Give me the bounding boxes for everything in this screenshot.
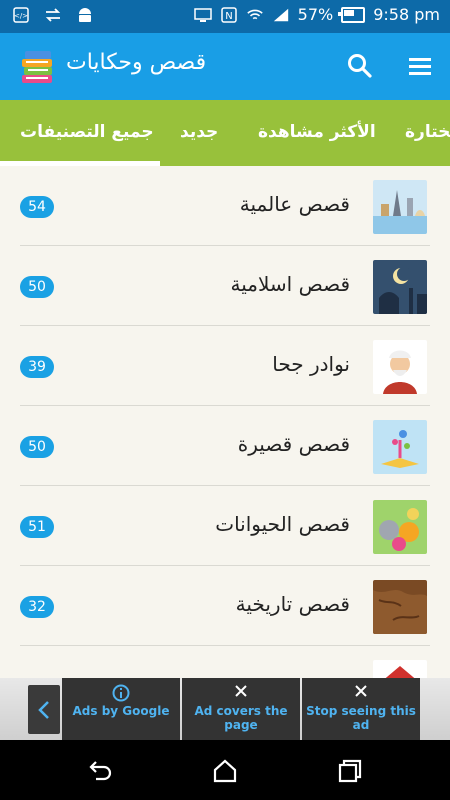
- tab-all-categories[interactable]: جميع التصنيفات: [20, 122, 154, 142]
- search-icon[interactable]: [345, 51, 375, 81]
- system-navigation-bar: [0, 740, 450, 800]
- code-icon: </>: [12, 6, 30, 24]
- ads-by-google-label: Ads by Google: [72, 704, 170, 718]
- list-item[interactable]: قصص عالمية 54: [0, 166, 450, 246]
- mosque-crescent-icon: [373, 260, 427, 314]
- story-count-badge: 51: [20, 516, 54, 538]
- ad-covers-page-label: Ad covers the page: [194, 704, 288, 732]
- story-count-badge: 39: [20, 356, 54, 378]
- cast-icon: [193, 6, 212, 24]
- ads-by-google-button[interactable]: Ads by Google: [62, 678, 180, 740]
- sync-arrows-icon: [44, 6, 62, 24]
- svg-text:</>: </>: [14, 12, 28, 20]
- story-count-badge: 50: [20, 276, 54, 298]
- back-icon[interactable]: [86, 757, 114, 785]
- status-bar: </> N 57% 9:58 pm: [0, 0, 450, 33]
- world-landmarks-icon: [373, 180, 427, 234]
- list-item[interactable]: قصص اسلامية 50: [0, 246, 450, 326]
- ad-collapse-chevron-icon[interactable]: [28, 685, 60, 734]
- android-icon: [76, 6, 94, 24]
- close-icon: [182, 684, 300, 702]
- stop-seeing-ad-button[interactable]: Stop seeing this ad: [302, 678, 420, 740]
- app-bar: قصص وحكايات: [0, 33, 450, 100]
- tab-new[interactable]: جديد: [180, 122, 218, 142]
- signal-icon: [272, 6, 290, 24]
- magic-book-icon: [373, 420, 427, 474]
- stop-seeing-ad-label: Stop seeing this ad: [306, 704, 416, 732]
- old-map-icon: [373, 580, 427, 634]
- info-icon: [62, 684, 180, 702]
- category-label: قصص عالمية: [239, 192, 350, 216]
- list-item[interactable]: قصص الحيوانات 51: [0, 486, 450, 566]
- nfc-icon: N: [220, 6, 238, 24]
- wifi-icon: [246, 6, 264, 24]
- hamburger-menu-icon[interactable]: [405, 51, 435, 81]
- category-label: قصص تاريخية: [235, 592, 350, 616]
- story-count-badge: 32: [20, 596, 54, 618]
- juha-character-icon: [373, 340, 427, 394]
- category-label: قصص الحيوانات: [215, 512, 350, 536]
- animals-icon: [373, 500, 427, 554]
- story-count-badge: 50: [20, 436, 54, 458]
- recent-apps-icon[interactable]: [336, 757, 364, 785]
- tab-featured[interactable]: مختارة: [405, 122, 450, 142]
- app-title: قصص وحكايات: [66, 50, 207, 75]
- category-label: قصص اسلامية: [230, 272, 350, 296]
- category-label: قصص قصيرة: [237, 432, 350, 456]
- battery-icon: [338, 6, 366, 23]
- tab-most-viewed[interactable]: الأكثر مشاهدة: [258, 122, 376, 142]
- home-icon[interactable]: [211, 757, 239, 785]
- category-label: نوادر جحا: [272, 352, 350, 376]
- list-item[interactable]: قصص قصيرة 50: [0, 406, 450, 486]
- story-count-badge: 54: [20, 196, 54, 218]
- category-tabs: جميع التصنيفات جديد الأكثر مشاهدة مختارة: [0, 100, 450, 166]
- list-item[interactable]: قصص تاريخية 32: [0, 566, 450, 646]
- ad-banner: Ads by Google Ad covers the page Stop se…: [0, 678, 450, 740]
- list-item[interactable]: نوادر جحا 39: [0, 326, 450, 406]
- close-icon: [302, 684, 420, 702]
- battery-percent: 57%: [297, 5, 334, 24]
- books-logo-icon: [18, 45, 56, 87]
- svg-text:N: N: [225, 11, 232, 22]
- ad-covers-page-button[interactable]: Ad covers the page: [182, 678, 300, 740]
- clock-time: 9:58 pm: [373, 5, 440, 24]
